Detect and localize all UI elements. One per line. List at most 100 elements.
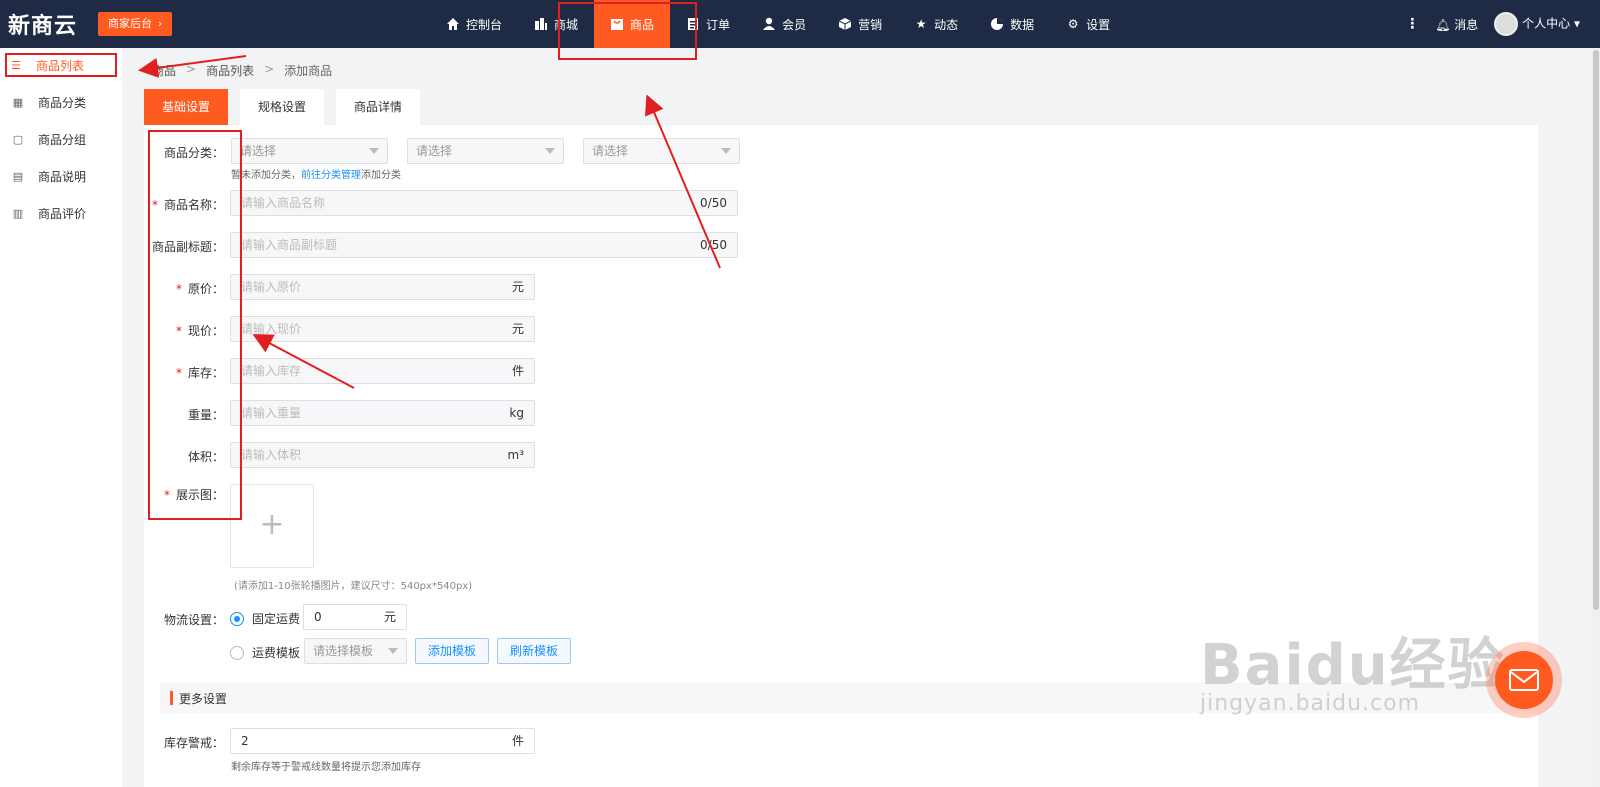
page-scrollbar[interactable] [1592, 48, 1600, 787]
plus-icon: + [259, 507, 285, 542]
category-select-1[interactable]: 请选择 [231, 138, 388, 164]
nav-item-members[interactable]: 会员 [746, 0, 822, 48]
tab-spec-settings[interactable]: 规格设置 [240, 89, 325, 125]
unit-suffix: 元 [383, 610, 396, 624]
nav-item-activity[interactable]: ★ 动态 [898, 0, 974, 48]
caret-down-icon [388, 648, 398, 654]
nav-item-data[interactable]: 数据 [974, 0, 1050, 48]
profile-label: 个人中心 [1522, 16, 1571, 31]
stock-warning-input[interactable]: 2件 [230, 728, 535, 754]
radio-template-shipping[interactable] [230, 645, 244, 660]
sidebar-item-goods-description[interactable]: ▤ 商品说明 [0, 158, 122, 195]
profile-menu[interactable]: 个人中心 ▾ [1494, 12, 1580, 36]
category-label: 商品分类： [163, 146, 224, 160]
stock-input[interactable]: 请输入库存 件 [230, 358, 535, 384]
current-price-label: * 现价： [144, 322, 224, 339]
hint-text: 暂未添加分类， [231, 170, 301, 181]
goods-name-input[interactable]: 请输入商品名称 0/50 [230, 190, 738, 216]
template-shipping-option[interactable]: 运费模板 [230, 644, 300, 661]
home-icon [446, 17, 460, 31]
merchant-backend-badge[interactable]: 商家后台 [98, 12, 173, 36]
unit-suffix: 元 [511, 322, 524, 336]
original-price-input[interactable]: 请输入原价 元 [230, 274, 535, 300]
caret-down-icon [721, 148, 731, 154]
images-label: * 展示图： [144, 486, 224, 503]
volume-input[interactable]: 请输入体积 m³ [230, 442, 535, 468]
order-icon [686, 17, 700, 31]
required-mark: * [151, 198, 158, 212]
nav-item-label: 营销 [858, 17, 883, 32]
tab-goods-details[interactable]: 商品详情 [336, 89, 421, 125]
sidebar-item-goods-review[interactable]: ▥ 商品评价 [0, 195, 122, 232]
nav-item-goods[interactable]: 商品 [594, 0, 671, 48]
messages-link[interactable]: 🔔︎ 消息 [1435, 16, 1478, 33]
bell-icon: 🔔︎ [1435, 17, 1451, 32]
select-value: 请选择 [592, 144, 629, 158]
category-select-3[interactable]: 请选择 [583, 138, 740, 164]
more-settings-header: 更多设置 [160, 683, 1538, 713]
nav-item-mall[interactable]: 商城 [518, 0, 594, 48]
original-price-label: * 原价： [144, 280, 224, 297]
add-template-button[interactable]: 添加模板 [415, 638, 490, 664]
category-select-2[interactable]: 请选择 [407, 138, 564, 164]
nav-item-label: 控制台 [466, 17, 503, 32]
store-icon [534, 17, 548, 31]
fixed-shipping-input[interactable]: 0元 [303, 604, 407, 630]
top-right-actions: ⋮ 🔔︎ 消息 个人中心 ▾ [1405, 0, 1580, 48]
char-counter: 0/50 [700, 196, 727, 210]
radio-fixed-shipping[interactable] [230, 611, 244, 626]
caret-down-icon [545, 148, 555, 154]
sidebar-item-goods-group[interactable]: ▢ 商品分组 [0, 121, 122, 158]
more-vertical-icon[interactable]: ⋮ [1405, 16, 1419, 32]
breadcrumb-item-goods-list[interactable]: 商品列表 [206, 62, 254, 79]
scrollbar-thumb[interactable] [1593, 50, 1599, 610]
logistics-label: 物流设置： [163, 613, 224, 627]
tab-basic-settings[interactable]: 基础设置 [144, 89, 229, 125]
unit-suffix: 元 [511, 280, 524, 294]
fixed-shipping-option[interactable]: 固定运费 [230, 610, 300, 627]
list-icon: ☰ [11, 58, 21, 72]
stock-warning-label: 库存警戒： [163, 736, 224, 750]
current-price-input[interactable]: 请输入现价 元 [230, 316, 535, 342]
goods-name-label: * 商品名称： [144, 196, 224, 213]
floating-contact-button[interactable] [1486, 642, 1562, 718]
image-upload-button[interactable]: + [230, 484, 314, 568]
messages-label: 消息 [1454, 17, 1479, 32]
sidebar-item-label: 商品分类 [38, 96, 87, 110]
box-icon [838, 17, 852, 31]
nav-item-label: 数据 [1010, 17, 1035, 32]
nav-item-settings[interactable]: ⚙ 设置 [1050, 0, 1126, 48]
category-manage-link[interactable]: 前往分类管理 [301, 170, 361, 181]
placeholder: 请输入体积 [241, 448, 302, 462]
label-text: 展示图： [175, 488, 224, 502]
sidebar-item-goods-list[interactable]: ☰ 商品列表 [4, 52, 118, 78]
unit-suffix: m³ [507, 448, 525, 462]
caret-down-icon [369, 148, 379, 154]
shipping-template-select[interactable]: 请选择模板 [304, 638, 407, 664]
placeholder: 请输入库存 [241, 364, 302, 378]
breadcrumb-item-goods[interactable]: 商品 [152, 62, 176, 79]
label-text: 现价： [187, 324, 224, 338]
weight-label: 重量： [187, 408, 224, 422]
refresh-template-button[interactable]: 刷新模板 [497, 638, 572, 664]
nav-item-marketing[interactable]: 营销 [822, 0, 898, 48]
breadcrumb-separator: > [186, 62, 197, 76]
brand-logo[interactable]: 新商云 [8, 8, 77, 40]
placeholder: 请输入商品副标题 [241, 238, 338, 252]
volume-label: 体积： [187, 450, 224, 464]
weight-input[interactable]: 请输入重量 kg [230, 400, 535, 426]
nav-item-dashboard[interactable]: 控制台 [430, 0, 518, 48]
sidebar: ☰ 商品列表 ▦ 商品分类 ▢ 商品分组 ▤ 商品说明 ▥ 商品评价 [0, 48, 122, 787]
radio-label: 运费模板 [252, 646, 301, 660]
doc-icon: ▤ [12, 170, 24, 183]
required-mark: * [175, 366, 182, 380]
sidebar-item-label: 商品列表 [36, 58, 85, 73]
sidebar-item-goods-category[interactable]: ▦ 商品分类 [0, 84, 122, 121]
label-text: 库存： [187, 366, 224, 380]
nav-item-orders[interactable]: 订单 [670, 0, 746, 48]
stock-label: * 库存： [144, 364, 224, 381]
goods-subtitle-input[interactable]: 请输入商品副标题 0/50 [230, 232, 738, 258]
mail-icon [1509, 669, 1539, 691]
form-panel: 商品分类： 请选择 请选择 请选择 暂未添加分类，前往分类管理添加分类 * 商品名… [144, 125, 1538, 787]
required-mark: * [163, 488, 170, 502]
